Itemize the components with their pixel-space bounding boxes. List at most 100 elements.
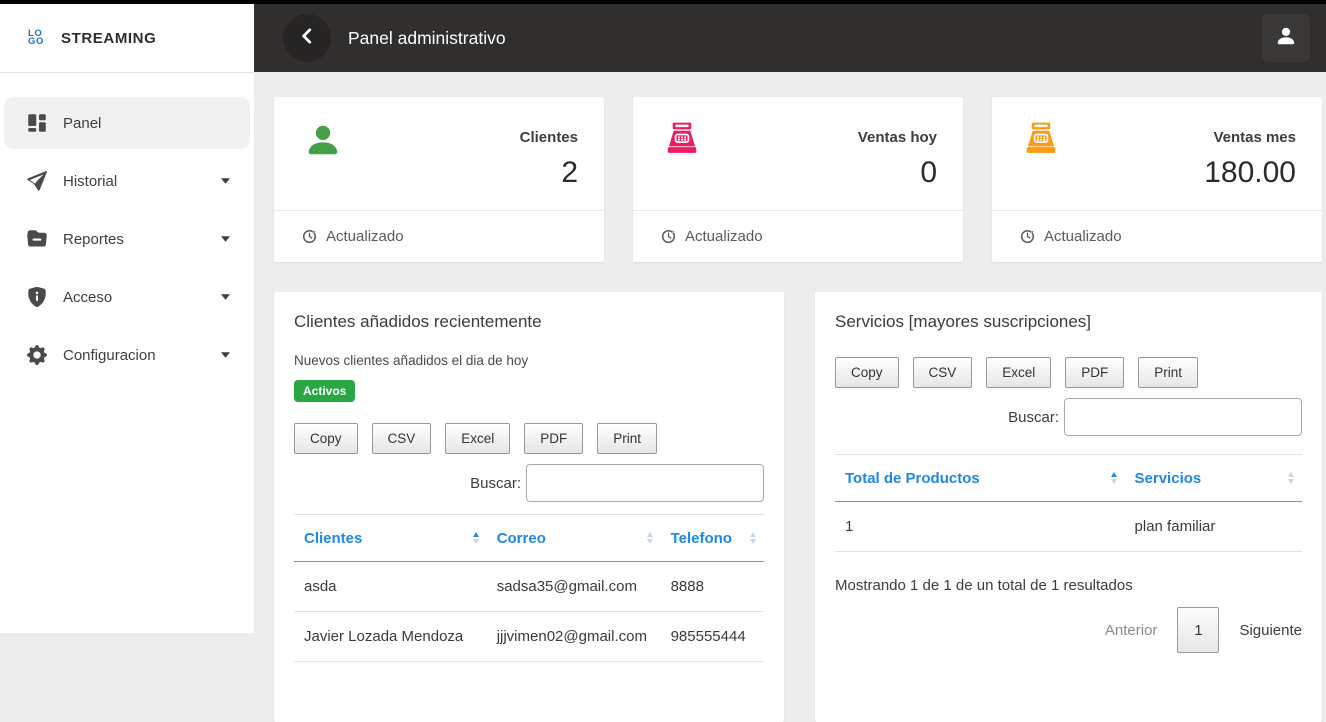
sidebar: LO GO STREAMING Panel Historial Reportes Ac… <box>0 4 254 633</box>
results-summary: Mostrando 1 de 1 de un total de 1 result… <box>835 577 1133 594</box>
main-content: Clientes 2 Actualizado Ventas hoy 0 Actualiza… <box>254 72 1326 722</box>
search-label: Buscar: <box>1008 408 1059 426</box>
export-buttons: Copy CSV Excel PDF Print <box>294 423 764 454</box>
user-menu-button[interactable] <box>1262 14 1310 62</box>
person-icon <box>304 121 342 210</box>
search-input[interactable] <box>526 464 764 502</box>
card-value: 2 <box>561 156 578 189</box>
copy-button[interactable]: Copy <box>835 357 899 388</box>
table-row: 1 plan familiar <box>835 501 1302 552</box>
table-cell: Javier Lozada Mendoza <box>294 611 487 662</box>
card-label: Ventas mes <box>1213 129 1296 146</box>
card-label: Ventas hoy <box>857 129 937 146</box>
sort-arrows-icon <box>472 532 479 544</box>
print-button[interactable]: Print <box>597 423 658 454</box>
recent-clients-panel: Clientes añadidos recientemente Nuevos c… <box>274 292 784 722</box>
csv-button[interactable]: CSV <box>912 357 973 388</box>
table-cell: sadsa35@gmail.com <box>486 561 661 612</box>
page-title: Panel administrativo <box>348 27 506 48</box>
sidebar-item-label: Acceso <box>63 288 113 306</box>
search-input[interactable] <box>1064 398 1302 436</box>
excel-button[interactable]: Excel <box>445 423 511 454</box>
chevron-left-icon <box>298 27 316 50</box>
sidebar-item-panel[interactable]: Panel <box>4 97 250 149</box>
dashboard-icon <box>27 113 47 133</box>
chevron-down-icon <box>221 352 230 358</box>
sidebar-item-label: Historial <box>63 172 118 190</box>
sort-arrows-icon <box>646 532 653 544</box>
panel-subtitle: Nuevos clientes añadidos el dia de hoy <box>294 353 529 368</box>
brand: LO GO STREAMING <box>0 4 254 73</box>
column-header-clientes[interactable]: Clientes <box>294 514 487 562</box>
stat-cards-row: Clientes 2 Actualizado Ventas hoy 0 Actualiza… <box>274 97 1326 262</box>
copy-button[interactable]: Copy <box>294 423 358 454</box>
status-badge: Activos <box>294 380 356 402</box>
sort-arrows-icon <box>1110 472 1117 484</box>
card-label: Clientes <box>519 129 578 146</box>
search-label: Buscar: <box>470 474 521 492</box>
column-header-correo[interactable]: Correo <box>486 514 661 562</box>
card-footer: Actualizado <box>274 210 604 262</box>
table-cell: asda <box>294 561 487 612</box>
clock-history-icon <box>302 229 317 244</box>
cash-register-icon <box>663 121 701 210</box>
csv-button[interactable]: CSV <box>371 423 432 454</box>
column-header-telefono[interactable]: Telefono <box>660 514 764 562</box>
sidebar-item-label: Reportes <box>63 230 124 248</box>
card-footer: Actualizado <box>992 210 1322 262</box>
sidebar-item-acceso[interactable]: Acceso <box>4 271 250 323</box>
pagination-previous[interactable]: Anterior <box>1105 622 1158 639</box>
clock-history-icon <box>1020 229 1035 244</box>
services-panel: Servicios [mayores suscripciones] Copy CS… <box>815 292 1322 722</box>
cash-register-icon <box>1022 121 1060 210</box>
send-icon <box>27 171 47 191</box>
brand-name: STREAMING <box>60 29 157 47</box>
sort-arrows-icon <box>1288 472 1294 484</box>
table-cell: jjjvimen02@gmail.com <box>486 611 661 662</box>
card-footer-label: Actualizado <box>1044 228 1122 245</box>
sidebar-item-label: Panel <box>63 114 102 132</box>
person-icon <box>1275 25 1297 52</box>
chevron-down-icon <box>221 294 230 300</box>
table-row: asda sadsa35@gmail.com 8888 <box>294 561 764 612</box>
card-footer-label: Actualizado <box>326 228 404 245</box>
card-value: 0 <box>920 156 937 189</box>
pdf-button[interactable]: PDF <box>524 423 584 454</box>
card-footer-label: Actualizado <box>685 228 763 245</box>
card-footer: Actualizado <box>633 210 963 262</box>
column-header-total-de-productos[interactable]: Total de Productos <box>835 454 1125 502</box>
sidebar-item-configuracion[interactable]: Configuracion <box>4 329 250 381</box>
clock-history-icon <box>661 229 676 244</box>
clients-table: Clientes Correo Telefono asda sadsa35@gmail.… <box>294 514 764 662</box>
stat-card: Clientes 2 Actualizado <box>274 97 604 262</box>
table-cell: 985555444 <box>660 611 764 662</box>
stat-card: Ventas hoy 0 Actualizado <box>633 97 963 262</box>
shield-info-icon <box>27 287 47 307</box>
excel-button[interactable]: Excel <box>986 357 1052 388</box>
logo-icon: LO GO <box>28 27 44 47</box>
gear-icon <box>27 345 47 365</box>
panel-title: Clientes añadidos recientemente <box>294 312 542 331</box>
table-row: Javier Lozada Mendoza jjjvimen02@gmail.co… <box>294 611 764 662</box>
back-button[interactable] <box>283 14 331 62</box>
topbar: Panel administrativo <box>254 4 1326 72</box>
panel-title: Servicios [mayores suscripciones] <box>835 312 1092 331</box>
column-header-servicios[interactable]: Servicios <box>1124 454 1302 502</box>
pagination-page-1[interactable]: 1 <box>1177 607 1220 653</box>
chevron-down-icon <box>221 236 230 242</box>
sidebar-item-historial[interactable]: Historial <box>4 155 250 207</box>
card-value: 180.00 <box>1204 156 1296 189</box>
folder-icon <box>27 229 47 249</box>
export-buttons: Copy CSV Excel PDF Print <box>835 357 1302 388</box>
services-table: Total de Productos Servicios 1 plan familia… <box>835 454 1302 552</box>
table-cell: plan familiar <box>1124 501 1302 552</box>
print-button[interactable]: Print <box>1138 357 1199 388</box>
table-cell: 1 <box>835 501 1125 552</box>
sidebar-item-label: Configuracion <box>63 346 156 364</box>
sidebar-menu: Panel Historial Reportes Acceso Configuracio… <box>0 73 254 381</box>
pdf-button[interactable]: PDF <box>1065 357 1125 388</box>
table-cell: 8888 <box>660 561 764 612</box>
pagination: Anterior 1 Siguiente <box>835 607 1302 653</box>
pagination-next[interactable]: Siguiente <box>1239 622 1302 639</box>
sidebar-item-reportes[interactable]: Reportes <box>4 213 250 265</box>
